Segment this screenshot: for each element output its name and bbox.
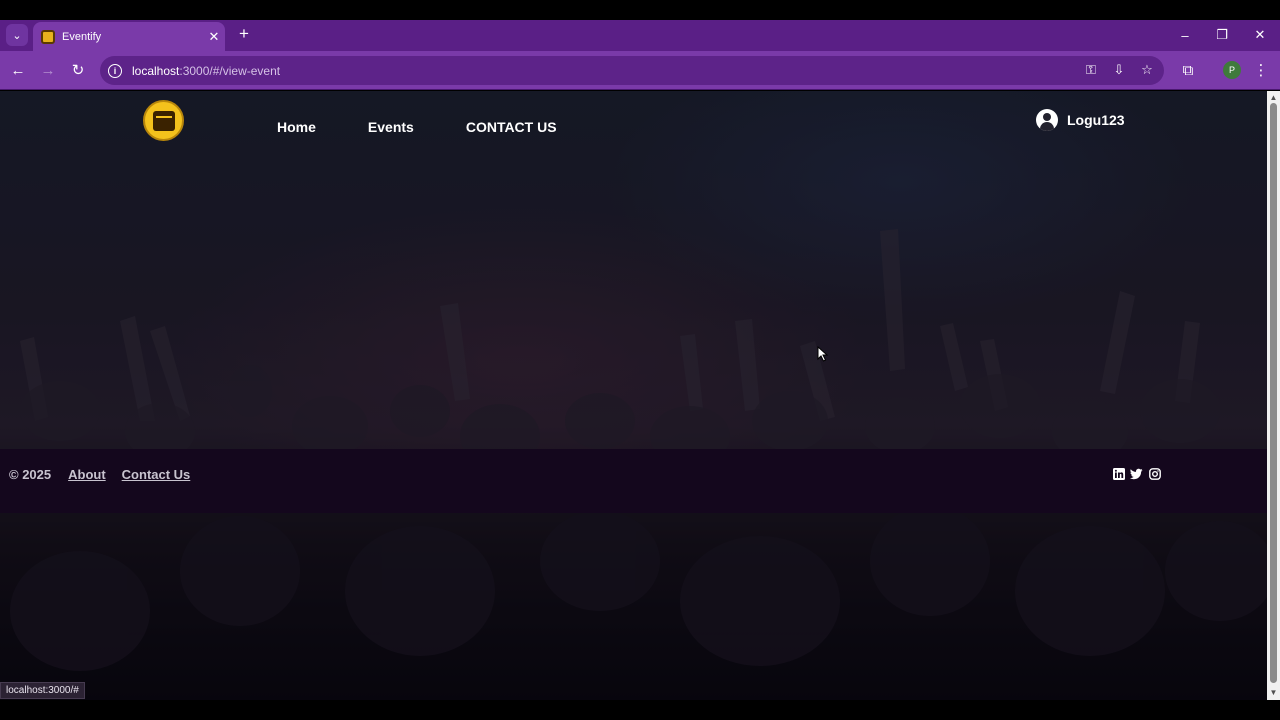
- browser-tab-bar: ⌄ Eventify ✕ + – ❐ ✕: [0, 20, 1280, 51]
- link-status-bubble: localhost:3000/#: [0, 682, 85, 699]
- username: Logu123: [1067, 112, 1125, 128]
- profile-avatar[interactable]: P: [1223, 61, 1241, 79]
- footer-link-about[interactable]: About: [68, 467, 106, 482]
- forward-icon[interactable]: →: [37, 59, 59, 81]
- logo-calendar-glyph: [152, 110, 175, 131]
- extensions-icon[interactable]: ⧉: [1177, 59, 1199, 81]
- screen: ⌄ Eventify ✕ + – ❐ ✕ ← → ↻ i localhost:3…: [0, 0, 1280, 720]
- address-bar[interactable]: i localhost:3000/#/view-event ⚿ ⇩ ☆: [100, 56, 1164, 85]
- new-tab-button[interactable]: +: [234, 23, 254, 45]
- page-scrollbar[interactable]: ▲ ▼: [1267, 91, 1280, 700]
- close-icon[interactable]: ✕: [1249, 24, 1271, 46]
- nav-events[interactable]: Events: [368, 119, 414, 135]
- scroll-down-icon[interactable]: ▼: [1269, 688, 1278, 697]
- restore-icon[interactable]: ❐: [1211, 24, 1233, 46]
- password-key-icon[interactable]: ⚿: [1082, 60, 1100, 80]
- bookmark-star-icon[interactable]: ☆: [1138, 60, 1156, 80]
- footer-link-contact-us[interactable]: Contact Us: [122, 467, 191, 482]
- social-links: [1112, 467, 1161, 480]
- twitter-icon[interactable]: [1130, 467, 1143, 480]
- browser-toolbar: ← → ↻ i localhost:3000/#/view-event ⚿ ⇩ …: [0, 51, 1280, 90]
- background-overlay: [0, 91, 1267, 700]
- linkedin-icon[interactable]: [1112, 467, 1125, 480]
- scrollbar-thumb[interactable]: [1270, 103, 1277, 683]
- page-viewport: Home Events CONTACT US Logu123 © 2025 Ab…: [0, 91, 1267, 700]
- install-app-icon[interactable]: ⇩: [1110, 60, 1128, 80]
- reload-icon[interactable]: ↻: [67, 59, 89, 81]
- calendar-icon[interactable]: [143, 100, 184, 141]
- favicon-icon: [41, 29, 55, 44]
- browser-menu-icon[interactable]: ⋮: [1252, 59, 1270, 81]
- tab-search-button[interactable]: ⌄: [6, 24, 28, 46]
- scroll-up-icon[interactable]: ▲: [1269, 93, 1278, 102]
- back-icon[interactable]: ←: [7, 59, 29, 81]
- tab-title: Eventify: [62, 30, 102, 43]
- user-circle-icon: [1036, 109, 1058, 131]
- site-info-icon[interactable]: i: [108, 63, 122, 78]
- main-nav: Home Events CONTACT US: [277, 119, 609, 135]
- url-text: localhost:3000/#/view-event: [132, 63, 281, 78]
- nav-contact-us[interactable]: CONTACT US: [466, 119, 557, 135]
- tab-close-icon[interactable]: ✕: [203, 29, 225, 45]
- browser-tab[interactable]: Eventify ✕: [33, 22, 225, 51]
- mouse-cursor-icon: [817, 346, 829, 362]
- minimize-icon[interactable]: –: [1174, 24, 1196, 46]
- instagram-icon[interactable]: [1148, 467, 1161, 480]
- user-menu[interactable]: Logu123: [1036, 109, 1125, 131]
- nav-home[interactable]: Home: [277, 119, 316, 135]
- footer: © 2025 About Contact Us: [0, 449, 1267, 513]
- copyright-text: © 2025: [9, 467, 52, 482]
